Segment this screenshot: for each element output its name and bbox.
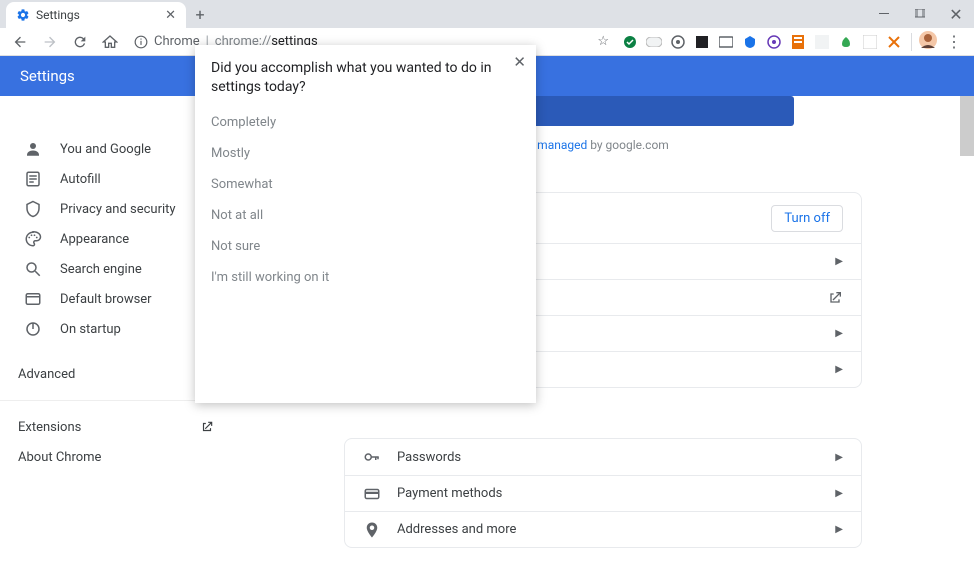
sidebar-about-link[interactable]: About Chrome bbox=[0, 442, 232, 472]
chevron-right-icon: ▶ bbox=[835, 452, 843, 463]
scrollbar-thumb[interactable] bbox=[960, 96, 974, 156]
turn-off-button[interactable]: Turn off bbox=[771, 205, 843, 232]
extension-icon[interactable] bbox=[883, 31, 905, 53]
extension-icon[interactable] bbox=[619, 31, 641, 53]
extension-icon[interactable] bbox=[835, 31, 857, 53]
reload-button[interactable] bbox=[66, 28, 94, 56]
payment-row[interactable]: Payment methods ▶ bbox=[345, 475, 861, 511]
back-button[interactable] bbox=[6, 28, 34, 56]
browser-tab[interactable]: Settings ✕ bbox=[6, 2, 186, 28]
sidebar-extensions-link[interactable]: Extensions bbox=[0, 412, 232, 442]
extension-icon[interactable] bbox=[739, 31, 761, 53]
survey-option[interactable]: Mostly bbox=[211, 138, 520, 169]
settings-gear-icon bbox=[16, 8, 30, 22]
sidebar-item-label: On startup bbox=[60, 322, 121, 337]
chevron-right-icon: ▶ bbox=[835, 256, 843, 267]
extension-icon[interactable] bbox=[691, 31, 713, 53]
site-info-icon[interactable] bbox=[134, 35, 148, 49]
location-icon bbox=[363, 521, 381, 539]
survey-question: Did you accomplish what you wanted to do… bbox=[211, 59, 520, 97]
search-icon bbox=[24, 260, 42, 278]
tab-close-icon[interactable]: ✕ bbox=[165, 8, 176, 23]
shield-icon bbox=[24, 200, 42, 218]
forward-button[interactable] bbox=[36, 28, 64, 56]
page-title: Settings bbox=[20, 67, 75, 85]
chevron-right-icon: ▶ bbox=[835, 488, 843, 499]
row-label: Addresses and more bbox=[397, 522, 835, 537]
extension-icon[interactable] bbox=[763, 31, 785, 53]
tab-strip: Settings ✕ + ✕ bbox=[0, 0, 974, 28]
extension-icon[interactable] bbox=[715, 31, 737, 53]
addresses-row[interactable]: Addresses and more ▶ bbox=[345, 511, 861, 547]
extension-icons bbox=[619, 31, 905, 53]
palette-icon bbox=[24, 230, 42, 248]
about-label: About Chrome bbox=[18, 450, 101, 465]
minimize-button[interactable] bbox=[866, 0, 902, 28]
kebab-menu-icon[interactable]: ⋮ bbox=[940, 32, 968, 51]
survey-option[interactable]: Not sure bbox=[211, 231, 520, 262]
popup-close-icon[interactable]: ✕ bbox=[513, 53, 526, 71]
power-icon bbox=[24, 320, 42, 338]
open-external-icon bbox=[827, 290, 843, 306]
extension-icon[interactable] bbox=[787, 31, 809, 53]
row-label: Passwords bbox=[397, 450, 835, 465]
survey-option[interactable]: Not at all bbox=[211, 200, 520, 231]
managed-suffix: by google.com bbox=[587, 138, 669, 152]
bookmark-star-icon[interactable]: ☆ bbox=[597, 34, 609, 49]
managed-link[interactable]: managed bbox=[537, 138, 587, 152]
extension-icon[interactable] bbox=[811, 31, 833, 53]
sidebar-item-label: Privacy and security bbox=[60, 202, 176, 217]
new-tab-button[interactable]: + bbox=[186, 0, 214, 28]
survey-option[interactable]: I'm still working on it bbox=[211, 262, 520, 293]
chevron-right-icon: ▶ bbox=[835, 364, 843, 375]
passwords-row[interactable]: Passwords ▶ bbox=[345, 439, 861, 475]
home-button[interactable] bbox=[96, 28, 124, 56]
sidebar-item-label: Search engine bbox=[60, 262, 142, 277]
survey-popup: ✕ Did you accomplish what you wanted to … bbox=[195, 45, 536, 403]
maximize-button[interactable] bbox=[902, 0, 938, 28]
browser-icon bbox=[24, 290, 42, 308]
sidebar-item-label: Appearance bbox=[60, 232, 129, 247]
sidebar-item-label: You and Google bbox=[60, 142, 151, 157]
row-label: Payment methods bbox=[397, 486, 835, 501]
window-controls: ✕ bbox=[866, 0, 974, 28]
key-icon bbox=[363, 448, 381, 466]
autofill-card: Passwords ▶ Payment methods ▶ Addresses … bbox=[344, 438, 862, 548]
sidebar-item-label: Autofill bbox=[60, 172, 101, 187]
sidebar-item-label: Default browser bbox=[60, 292, 152, 307]
survey-option[interactable]: Completely bbox=[211, 107, 520, 138]
profile-avatar[interactable] bbox=[918, 30, 938, 54]
person-icon bbox=[24, 140, 42, 158]
toolbar-separator bbox=[911, 33, 912, 51]
close-window-button[interactable]: ✕ bbox=[938, 0, 974, 28]
extension-icon[interactable] bbox=[667, 31, 689, 53]
chevron-right-icon: ▶ bbox=[835, 524, 843, 535]
open-external-icon bbox=[200, 420, 214, 434]
extensions-label: Extensions bbox=[18, 420, 81, 435]
credit-card-icon bbox=[363, 485, 381, 503]
extension-icon[interactable] bbox=[643, 31, 665, 53]
tab-title: Settings bbox=[36, 8, 159, 22]
survey-option[interactable]: Somewhat bbox=[211, 169, 520, 200]
omnibox-origin: Chrome bbox=[154, 34, 200, 49]
advanced-label: Advanced bbox=[18, 367, 75, 382]
chevron-right-icon: ▶ bbox=[835, 328, 843, 339]
autofill-icon bbox=[24, 170, 42, 188]
extension-icon[interactable] bbox=[859, 31, 881, 53]
